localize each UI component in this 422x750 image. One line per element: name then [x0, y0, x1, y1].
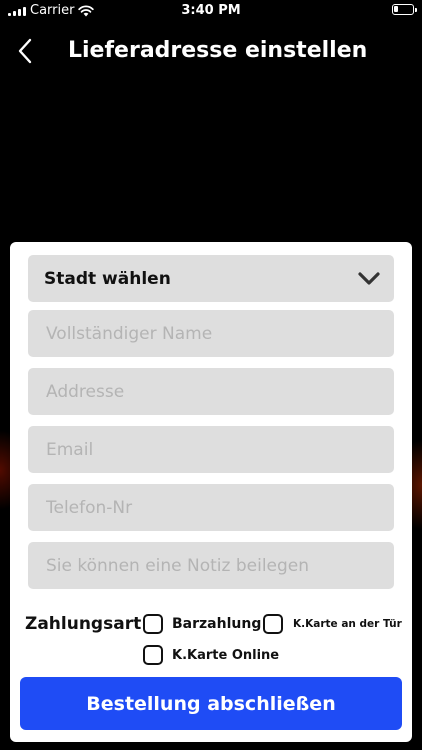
- city-select[interactable]: Stadt wählen: [28, 255, 394, 302]
- chevron-left-icon: [18, 38, 32, 64]
- note-field-container: [28, 542, 394, 589]
- phone-field-container: [28, 484, 394, 531]
- status-bar: Carrier 3:40 PM: [0, 0, 422, 22]
- name-field-container: [28, 310, 394, 357]
- checkbox-card-online-label: K.Karte Online: [172, 648, 280, 663]
- city-select-value: Stadt wählen: [44, 268, 171, 289]
- back-button[interactable]: [12, 36, 38, 66]
- checkbox-card-online[interactable]: [143, 645, 163, 665]
- phone-input[interactable]: [44, 496, 394, 519]
- checkbox-card-at-door-label: K.Karte an der Tür: [293, 618, 402, 630]
- nav-bar: Lieferadresse einstellen: [0, 30, 422, 74]
- checkbox-cash-label: Barzahlung: [172, 616, 262, 632]
- address-form-card: Stadt wählen Zahlungsart: Barzahlung K.K…: [10, 242, 412, 742]
- address-input[interactable]: [44, 380, 394, 403]
- note-input[interactable]: [44, 554, 394, 577]
- checkbox-card-at-door[interactable]: [263, 614, 283, 634]
- payment-method-label: Zahlungsart:: [25, 614, 149, 634]
- submit-order-button[interactable]: Bestellung abschließen: [20, 677, 402, 730]
- battery-icon: [392, 4, 417, 15]
- email-field-container: [28, 426, 394, 473]
- chevron-down-icon: [358, 271, 380, 285]
- address-field-container: [28, 368, 394, 415]
- checkbox-cash[interactable]: [143, 614, 163, 634]
- email-input[interactable]: [44, 438, 394, 461]
- screen: Carrier 3:40 PM Lieferadresse einstellen…: [0, 0, 422, 750]
- page-title: Lieferadresse einstellen: [68, 38, 368, 63]
- full-name-input[interactable]: [44, 322, 394, 345]
- status-time: 3:40 PM: [181, 3, 241, 18]
